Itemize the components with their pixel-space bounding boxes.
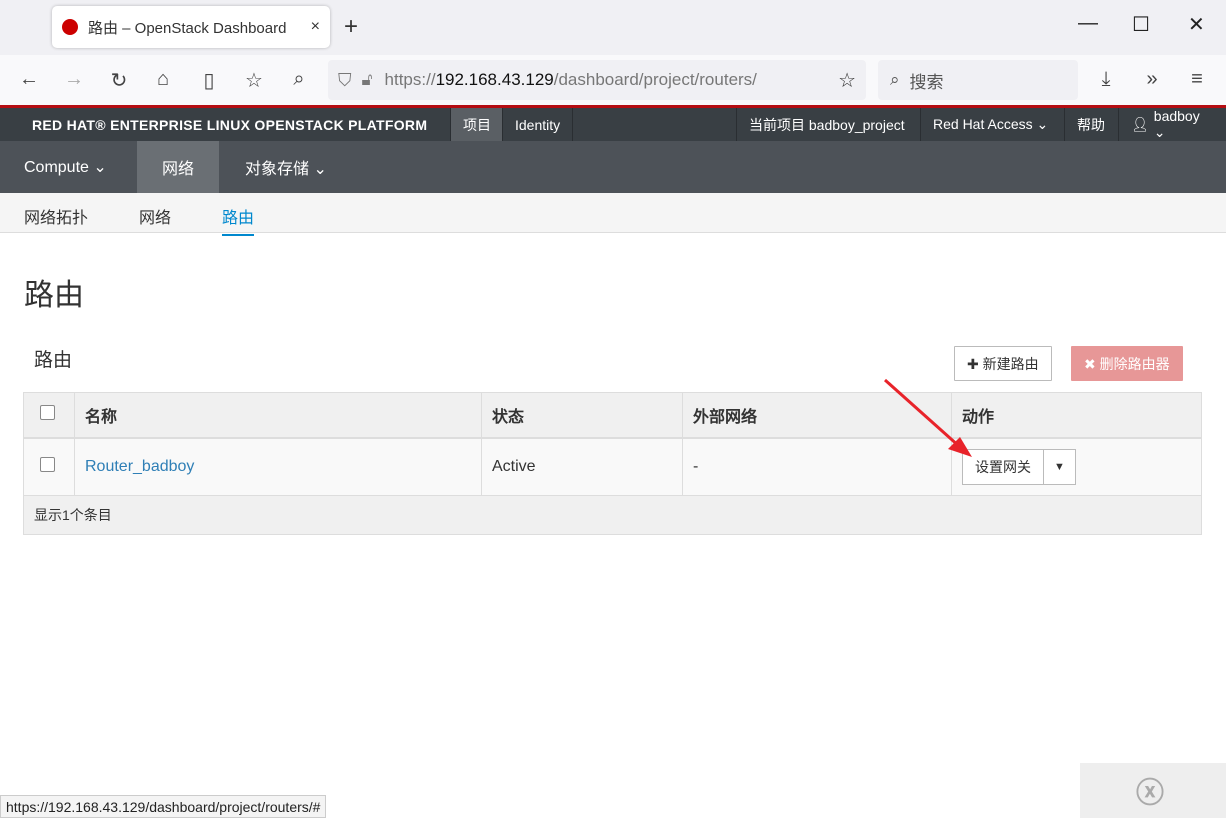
search-input[interactable]: ⌕ 搜索 [878,60,1078,100]
tab-identity[interactable]: Identity [502,108,574,141]
nav-network[interactable]: 网络 [137,141,219,193]
table-header-row: 名称 状态 外部网络 动作 [23,392,1202,439]
redhat-favicon-icon [62,19,78,35]
help-link[interactable]: 帮助 [1064,108,1117,141]
table-title: 路由 [34,350,73,371]
row-checkbox[interactable] [40,456,55,472]
reload-icon[interactable]: ↻ [107,68,131,93]
home-icon[interactable]: ⌂ [151,68,175,91]
subnav-routers[interactable]: 路由 [222,204,255,236]
maximize-button[interactable]: ☐ [1132,12,1150,37]
delete-routers-button[interactable]: ✖ 删除路由器 [1071,346,1183,381]
browser-tab-bar: 路由 – OpenStack Dashboard × + — ☐ ✕ [0,0,1226,55]
tab-project[interactable]: 项目 [450,108,503,141]
watermark-logo: ⓧ [1080,763,1226,818]
overflow-chevron-icon[interactable]: » [1140,68,1164,91]
status-bar-url: https://192.168.43.129/dashboard/project… [0,795,327,818]
browser-tab[interactable]: 路由 – OpenStack Dashboard × [52,6,330,48]
routers-table: 名称 状态 外部网络 动作 Router_badboy Active - 设置网… [23,392,1202,535]
actions-cell: 设置网关 ▼ [951,437,1202,496]
insecure-lock-icon: 🔓︎ [361,70,373,89]
close-window-button[interactable]: ✕ [1188,12,1205,37]
table-footer: 显示1个条目 [23,495,1202,535]
user-icon: 👤︎ [1131,116,1149,132]
reader-view-icon[interactable]: ▯ [197,68,221,93]
nav-object-storage[interactable]: 对象存储 ⌄ [221,141,351,193]
new-tab-button[interactable]: + [344,13,358,41]
header-status[interactable]: 状态 [481,392,683,439]
select-all-checkbox[interactable] [40,404,55,420]
page-title: 路由 [24,279,84,312]
search-placeholder: 搜索 [909,72,944,92]
subnav-networks[interactable]: 网络 [139,204,171,228]
sub-nav: 网络拓扑 网络 路由 [0,193,1226,236]
search-icon: ⌕ [890,70,900,89]
brand-logo: RED HAT® ENTERPRISE LINUX OPENSTACK PLAT… [32,117,428,133]
url-scheme: https:// [384,70,436,89]
row-select-cell [23,437,75,496]
more-actions-caret-icon[interactable]: ▼ [1043,449,1075,484]
redhat-access-dropdown[interactable]: Red Hat Access ⌄ [920,108,1060,141]
address-bar[interactable]: ⛉ 🔓︎ https://192.168.43.129/dashboard/pr… [328,60,866,100]
secondary-nav: Compute ⌄ 网络 对象存储 ⌄ [0,141,1226,193]
table-row: Router_badboy Active - 设置网关 ▼ [23,437,1202,496]
header-actions: 动作 [951,392,1202,439]
subnav-network-topology[interactable]: 网络拓扑 [24,204,88,228]
annotation-arrow-icon [884,378,972,457]
select-all-cell [23,392,75,439]
download-icon[interactable]: ⤓ [1094,68,1118,91]
minimize-button[interactable]: — [1078,12,1098,35]
tab-title: 路由 – OpenStack Dashboard [88,19,287,37]
table-footer-row: 显示1个条目 [23,495,1202,535]
search-icon[interactable]: ⌕ [287,68,311,91]
bookmark-star-icon[interactable]: ☆ [838,68,856,93]
user-name: badboy ⌄ [1153,108,1200,140]
status-cell: Active [481,437,683,496]
watermark-x-icon: ⓧ [1135,776,1164,808]
forward-icon[interactable]: → [62,68,86,91]
url-path: /dashboard/project/routers/ [553,70,757,89]
menu-icon[interactable]: ≡ [1185,68,1209,91]
user-menu[interactable]: 👤︎ badboy ⌄ [1118,108,1226,141]
name-cell: Router_badboy [74,437,482,496]
header-name[interactable]: 名称 [74,392,482,439]
current-project-dropdown[interactable]: 当前项目 badboy_project [736,108,917,141]
bookmark-manager-icon[interactable]: ☆ [242,68,266,93]
nav-compute[interactable]: Compute ⌄ [0,141,131,193]
tab-close-icon[interactable]: × [311,18,320,36]
browser-toolbar: ← → ↻ ⌂ ▯ ☆ ⌕ ⛉ 🔓︎ https://192.168.43.12… [0,55,1226,105]
router-name-link[interactable]: Router_badboy [85,458,194,475]
back-icon[interactable]: ← [17,68,41,91]
top-nav: RED HAT® ENTERPRISE LINUX OPENSTACK PLAT… [0,108,1226,141]
shield-icon: ⛉ [338,69,352,90]
url-host: 192.168.43.129 [435,70,554,89]
